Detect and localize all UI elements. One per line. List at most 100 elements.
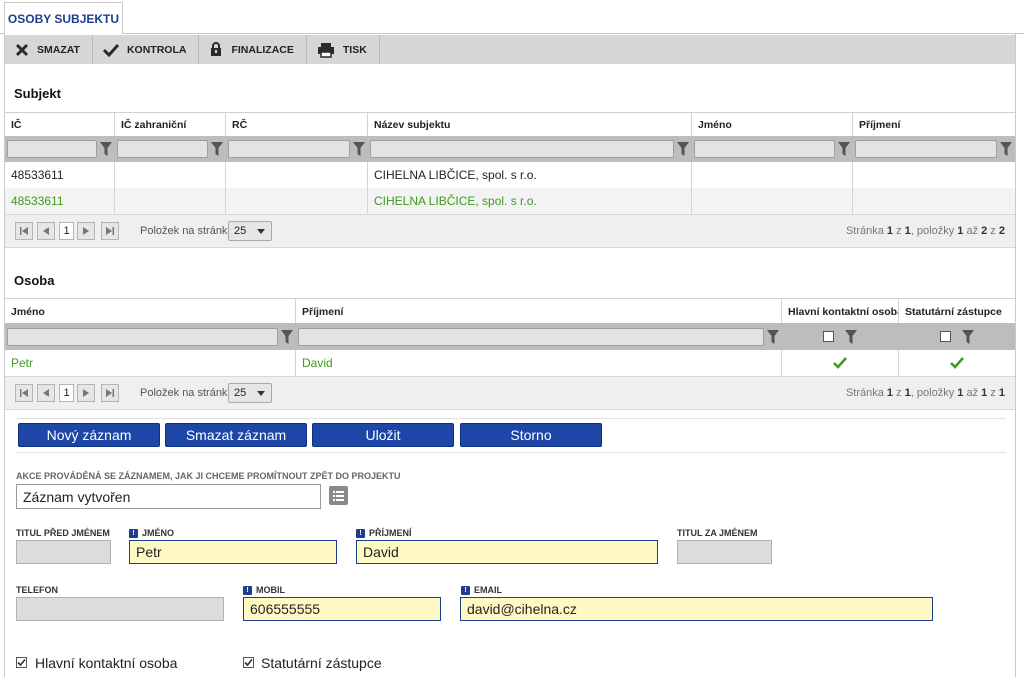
filter-input-jmeno[interactable] <box>7 327 278 346</box>
cell-prijmeni: David <box>296 350 782 376</box>
new-record-button[interactable]: Nový záznam <box>18 423 160 447</box>
table-row[interactable]: Petr David <box>5 350 1015 377</box>
col-header-ic-zahranicni[interactable]: IČ zahraniční <box>115 113 226 137</box>
list-icon[interactable] <box>329 486 348 505</box>
subjekt-title: Subjekt <box>14 86 61 101</box>
cell-ic: 48533611 <box>5 162 115 188</box>
subjekt-pager: 1 Položek na stránku 25 Stránka 1 z 1, p… <box>5 214 1015 248</box>
table-row[interactable]: 48533611 CIHELNA LIBČICE, spol. s r.o. <box>5 162 1015 189</box>
cell-rc <box>226 188 368 214</box>
table-row-selected[interactable]: 48533611 CIHELNA LIBČICE, spol. s r.o. <box>5 188 1015 215</box>
mobil-label: ! MOBIL <box>243 585 285 595</box>
cell-jmeno: Petr <box>5 350 296 376</box>
filter-checkbox-statutarni[interactable] <box>939 331 951 342</box>
current-page[interactable]: 1 <box>59 222 74 240</box>
filter-icon[interactable] <box>959 329 977 344</box>
print-button[interactable]: TISK <box>307 35 380 64</box>
last-page-button[interactable] <box>101 384 119 402</box>
cell-nazev: CIHELNA LIBČICE, spol. s r.o. <box>368 188 692 214</box>
col-header-hlavni[interactable]: Hlavní kontaktní osoba <box>782 299 899 324</box>
first-page-button[interactable] <box>15 222 33 240</box>
checkmark-icon <box>950 357 964 369</box>
filter-icon[interactable] <box>997 142 1015 156</box>
osoba-pager: 1 Položek na stránku 25 Stránka 1 z 1, p… <box>5 376 1015 410</box>
filter-icon[interactable] <box>764 329 782 344</box>
hlavni-checkbox[interactable] <box>16 657 27 668</box>
titul-pred-field[interactable] <box>16 540 111 564</box>
per-page-select[interactable]: 25 <box>228 221 272 241</box>
col-header-jmeno[interactable]: Jméno <box>5 299 296 324</box>
jmeno-field[interactable]: Petr <box>129 540 337 564</box>
filter-icon[interactable] <box>208 142 226 156</box>
delete-record-button[interactable]: Smazat záznam <box>165 423 307 447</box>
osoba-filter-row <box>5 323 1015 350</box>
required-icon: ! <box>356 528 365 538</box>
filter-input-jmeno[interactable] <box>694 140 835 158</box>
first-page-button[interactable] <box>15 384 33 402</box>
required-icon: ! <box>243 585 252 595</box>
check-label: KONTROLA <box>126 43 187 56</box>
required-icon: ! <box>129 528 138 538</box>
col-header-ic[interactable]: IČ <box>5 113 115 137</box>
printer-icon <box>317 42 334 58</box>
prev-page-button[interactable] <box>37 222 55 240</box>
filter-input-ic-zahranicni[interactable] <box>117 140 208 158</box>
cell-hlavni <box>782 350 899 376</box>
jmeno-label: ! JMÉNO <box>129 528 174 538</box>
filter-icon[interactable] <box>674 142 692 156</box>
cell-ic: 48533611 <box>5 188 115 214</box>
filter-input-ic[interactable] <box>7 140 97 158</box>
per-page-select[interactable]: 25 <box>228 383 272 403</box>
email-field[interactable]: david@cihelna.cz <box>460 597 933 621</box>
tab-osoby-subjektu[interactable]: OSOBY SUBJEKTU <box>4 2 123 34</box>
pager-info: Stránka 1 z 1, položky 1 až 2 z 2 <box>845 225 1005 237</box>
next-page-button[interactable] <box>77 384 95 402</box>
statutarni-checkbox-label[interactable]: Statutární zástupce <box>261 655 382 671</box>
titul-pred-label: TITUL PŘED JMÉNEM <box>16 528 110 538</box>
chevron-down-icon <box>257 229 265 234</box>
checkmark-icon <box>102 43 119 57</box>
current-page[interactable]: 1 <box>59 384 74 402</box>
per-page-label: Položek na stránku <box>140 225 234 237</box>
cancel-button[interactable]: Storno <box>460 423 602 447</box>
finalize-button[interactable]: FINALIZACE <box>199 35 307 64</box>
filter-input-rc[interactable] <box>228 140 350 158</box>
check-button[interactable]: KONTROLA <box>93 35 200 64</box>
filter-checkbox-hlavni[interactable] <box>823 331 834 342</box>
filter-icon[interactable] <box>835 142 853 156</box>
filter-input-prijmeni[interactable] <box>298 327 764 346</box>
col-header-rc[interactable]: RČ <box>226 113 368 137</box>
filter-icon[interactable] <box>278 329 296 344</box>
filter-icon[interactable] <box>842 329 860 344</box>
tab-label: OSOBY SUBJEKTU <box>7 11 120 26</box>
filter-icon[interactable] <box>350 142 368 156</box>
filter-input-nazev[interactable] <box>370 140 674 158</box>
cell-prijmeni <box>853 188 1015 214</box>
prijmeni-field[interactable]: David <box>356 540 658 564</box>
save-button[interactable]: Uložit <box>312 423 454 447</box>
col-header-nazev[interactable]: Název subjektu <box>368 113 692 137</box>
col-header-prijmeni[interactable]: Příjmení <box>296 299 782 324</box>
col-header-jmeno[interactable]: Jméno <box>692 113 853 137</box>
col-header-statutarni[interactable]: Statutární zástupce <box>899 299 1015 324</box>
prev-page-button[interactable] <box>37 384 55 402</box>
filter-input-prijmeni[interactable] <box>855 140 997 158</box>
last-page-button[interactable] <box>101 222 119 240</box>
col-header-prijmeni[interactable]: Příjmení <box>853 113 1015 137</box>
titul-za-field[interactable] <box>677 540 772 564</box>
divider <box>16 418 1006 419</box>
next-page-button[interactable] <box>77 222 95 240</box>
filter-icon[interactable] <box>97 142 115 156</box>
subjekt-filter-row <box>5 136 1015 162</box>
mobil-field[interactable]: 606555555 <box>243 597 441 621</box>
statutarni-checkbox[interactable] <box>243 657 254 668</box>
email-label: ! EMAIL <box>461 585 502 595</box>
pager-info: Stránka 1 z 1, položky 1 až 1 z 1 <box>845 387 1005 399</box>
cell-jmeno <box>692 162 853 188</box>
telefon-field[interactable] <box>16 597 224 621</box>
delete-button[interactable]: SMAZAT <box>5 35 93 64</box>
hlavni-checkbox-label[interactable]: Hlavní kontaktní osoba <box>35 655 177 671</box>
action-field[interactable]: Záznam vytvořen <box>16 484 321 509</box>
cell-jmeno <box>692 188 853 214</box>
per-page-value: 25 <box>234 225 247 237</box>
